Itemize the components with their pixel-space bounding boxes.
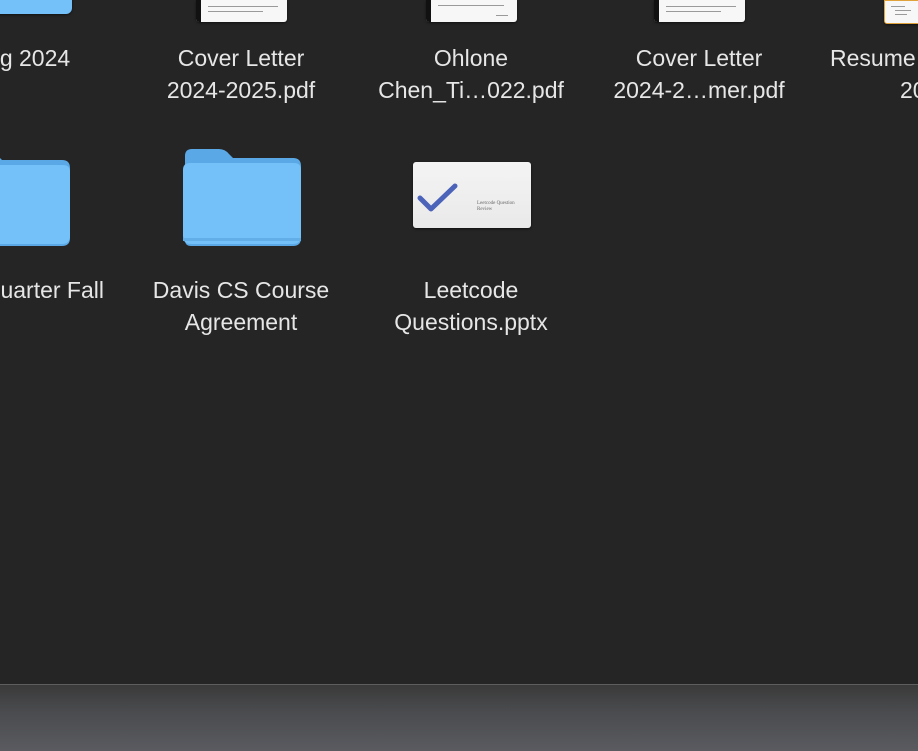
file-name-label: Cover Letter 2024-2025.pdf <box>166 45 316 103</box>
file-name-label: Resume 20 <box>830 45 918 103</box>
checkmark-icon <box>417 183 458 212</box>
pdf-document-icon[interactable] <box>654 0 745 22</box>
file-name-label: Leetcode Questions.pptx <box>394 277 548 335</box>
finder-icon-view: g 2024 Cover Letter 2024-2025.pdf Ohlone… <box>0 0 918 684</box>
pdf-document-icon[interactable] <box>196 0 287 22</box>
pdf-document-icon[interactable] <box>884 0 918 24</box>
folder-icon[interactable] <box>181 148 303 248</box>
dock-background <box>0 684 918 751</box>
slide-title: Leetcode Question Review <box>477 201 515 212</box>
folder-icon[interactable] <box>0 148 72 248</box>
pdf-document-icon[interactable] <box>426 0 517 22</box>
pdf-document-icon[interactable] <box>0 0 72 14</box>
file-name-label: g 2024 <box>0 45 71 71</box>
file-name-label: Cover Letter 2024-2…mer.pdf <box>613 45 785 103</box>
folder-name-label: uarter Fall 023 <box>0 277 104 303</box>
pptx-document-icon[interactable]: Leetcode Question Review <box>413 162 531 228</box>
folder-name-label: Davis CS Course Agreement <box>152 277 330 335</box>
file-name-label: Ohlone Chen_Ti…022.pdf <box>378 45 564 103</box>
